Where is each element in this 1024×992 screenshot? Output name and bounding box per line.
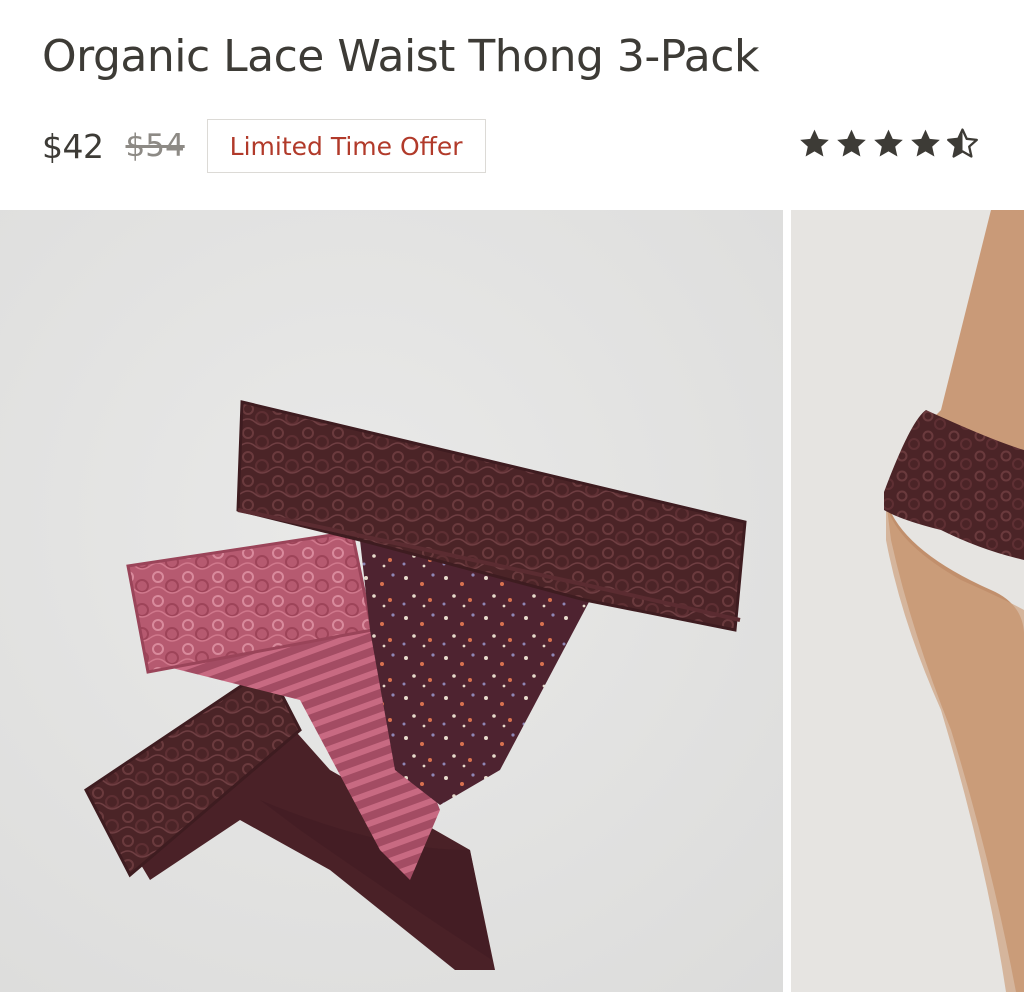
compare-at-price: $54 bbox=[125, 128, 185, 164]
star-full-icon bbox=[800, 129, 829, 157]
star-rating[interactable] bbox=[797, 126, 980, 161]
model-wearing-lace-thong-icon bbox=[791, 210, 1024, 992]
star-full-icon bbox=[911, 129, 940, 157]
product-image-gallery[interactable] bbox=[0, 210, 1024, 992]
current-price: $42 bbox=[42, 126, 104, 166]
star-full-icon bbox=[837, 129, 866, 157]
product-image-flatlay[interactable] bbox=[0, 210, 783, 992]
star-full-icon bbox=[874, 129, 903, 157]
flat-lay-three-thongs-icon bbox=[0, 210, 783, 992]
limited-offer-badge: Limited Time Offer bbox=[206, 119, 486, 173]
price-row: $42 $54 Limited Time Offer bbox=[42, 118, 486, 174]
product-image-model[interactable] bbox=[791, 210, 1024, 992]
star-half-icon bbox=[947, 128, 978, 158]
product-title: Organic Lace Waist Thong 3-Pack bbox=[42, 31, 759, 82]
